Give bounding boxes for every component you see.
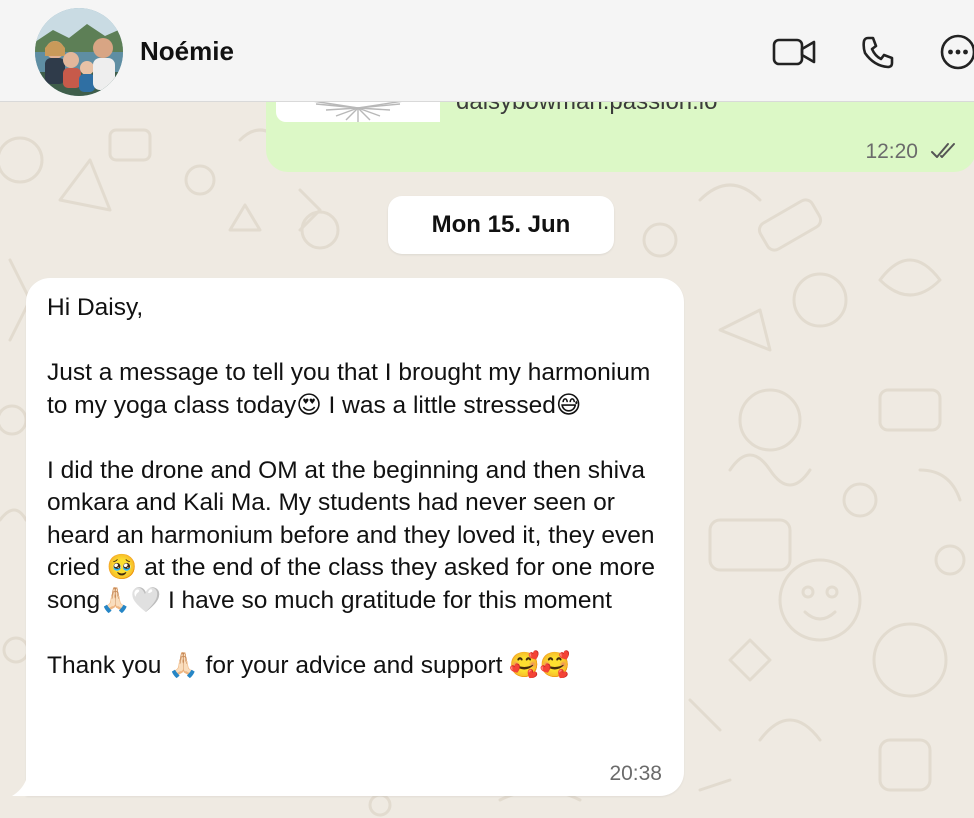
more-options-button[interactable]: [936, 30, 974, 74]
video-call-button[interactable]: [772, 30, 816, 74]
voice-call-button[interactable]: [856, 30, 900, 74]
message-text: Hi Daisy, Just a message to tell you tha…: [47, 294, 655, 679]
video-call-icon: [772, 38, 816, 66]
incoming-message[interactable]: Hi Daisy, Just a message to tell you tha…: [26, 278, 684, 796]
bubble-tail: [12, 780, 26, 796]
message-timestamp: 12:20: [865, 140, 918, 163]
voice-call-icon: [862, 36, 894, 69]
date-separator: Mon 15. Jun: [388, 196, 614, 254]
contact-name[interactable]: Noémie: [140, 36, 234, 67]
more-options-icon: [940, 34, 974, 70]
chat-header: Noémie: [0, 0, 974, 102]
avatar[interactable]: [35, 8, 123, 96]
message-timestamp: 20:38: [609, 762, 662, 785]
double-check-icon: [931, 143, 955, 158]
contact-photo: [35, 8, 123, 96]
